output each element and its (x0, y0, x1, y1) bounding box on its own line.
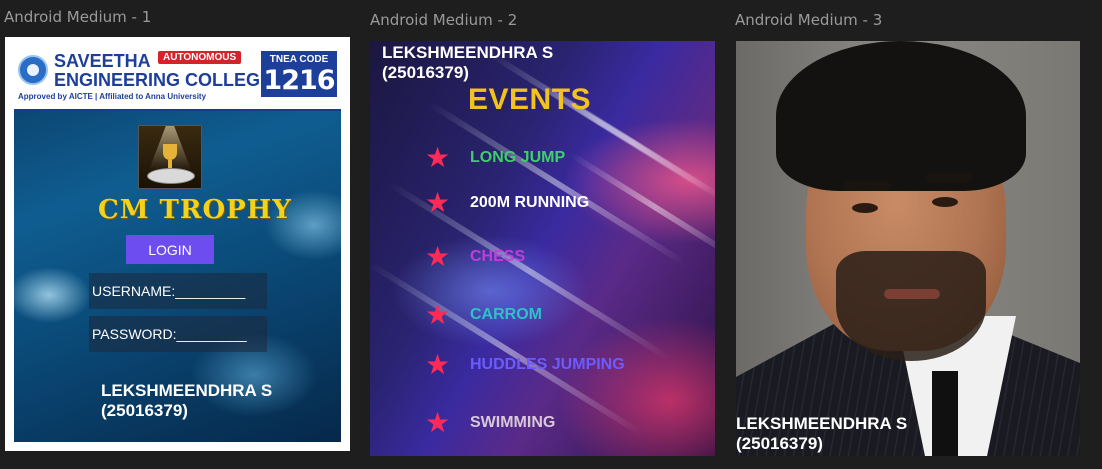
login-screen-background: SAVEETHA ENGINEERING COLLEGE AUTONOMOUS … (14, 45, 341, 442)
approval-line: Approved by AICTE | Affiliated to Anna U… (18, 92, 207, 101)
portrait-brow (844, 181, 890, 191)
event-label: SWIMMING (470, 414, 556, 431)
frame-login-screen[interactable]: SAVEETHA ENGINEERING COLLEGE AUTONOMOUS … (5, 37, 350, 451)
portrait-mouth (884, 289, 940, 299)
portrait-eye (932, 197, 958, 207)
star-icon: ★ (425, 142, 451, 173)
light-streak (428, 101, 687, 266)
events-title: EVENTS (468, 83, 592, 116)
password-field[interactable]: PASSWORD:_________ (89, 316, 267, 352)
event-label: CHESS (470, 248, 526, 265)
trophy-stem (168, 160, 172, 168)
event-item-swimming[interactable]: ★ SWIMMING (425, 408, 555, 438)
college-logo-icon (18, 55, 48, 85)
portrait-hair (776, 41, 1026, 191)
student-id: (25016379) (736, 434, 823, 453)
student-name: LEKSHMEENDHRA S (382, 43, 554, 62)
frame-label-1[interactable]: Android Medium - 1 (4, 8, 151, 26)
portrait-brow (926, 173, 972, 183)
star-icon: ★ (425, 241, 451, 272)
student-info: LEKSHMEENDHRA S (25016379) (736, 414, 907, 454)
event-item-chess[interactable]: ★ CHESS (425, 242, 525, 272)
college-name-line2: ENGINEERING COLLEGE (54, 70, 273, 90)
star-icon: ★ (425, 407, 451, 438)
event-label: CARROM (470, 306, 542, 323)
portrait-beard (836, 251, 986, 361)
event-item-long-jump[interactable]: ★ LONG JUMP (425, 143, 565, 173)
login-button[interactable]: LOGIN (126, 235, 214, 264)
trophy-image (138, 125, 202, 189)
student-info: LEKSHMEENDHRA S (25016379) (101, 381, 272, 421)
app-title: CM TROPHY (98, 195, 292, 225)
student-id: (25016379) (101, 401, 188, 420)
trophy-icon (163, 144, 177, 160)
event-label: 200M RUNNING (470, 194, 590, 211)
event-item-200m-running[interactable]: ★ 200M RUNNING (425, 188, 589, 218)
frame-profile-screen[interactable]: LEKSHMEENDHRA S (25016379) (736, 41, 1080, 456)
autonomous-badge: AUTONOMOUS (158, 51, 242, 64)
trophy-stage (147, 168, 195, 184)
college-header: SAVEETHA ENGINEERING COLLEGE AUTONOMOUS … (14, 45, 341, 111)
student-id: (25016379) (382, 63, 469, 82)
frame-events-screen[interactable]: LEKSHMEENDHRA S (25016379) EVENTS ★ LONG… (370, 41, 715, 456)
tnea-code: 1216 (263, 65, 336, 96)
star-icon: ★ (425, 349, 451, 380)
student-name: LEKSHMEENDHRA S (101, 381, 273, 400)
event-label: LONG JUMP (470, 149, 566, 166)
student-info: LEKSHMEENDHRA S (25016379) (382, 43, 553, 83)
star-icon: ★ (425, 299, 451, 330)
tnea-code-box: TNEA CODE 1216 (261, 51, 337, 97)
frame-label-2[interactable]: Android Medium - 2 (370, 11, 517, 29)
star-icon: ★ (425, 187, 451, 218)
event-item-carrom[interactable]: ★ CARROM (425, 300, 542, 330)
event-label: HUDDLES JUMPING (470, 356, 625, 373)
event-item-huddles-jumping[interactable]: ★ HUDDLES JUMPING (425, 350, 625, 380)
username-field[interactable]: USERNAME:_________ (89, 273, 267, 309)
frame-label-3[interactable]: Android Medium - 3 (735, 11, 882, 29)
student-name: LEKSHMEENDHRA S (736, 414, 908, 433)
portrait-eye (852, 203, 878, 213)
portrait-tie (932, 371, 958, 456)
